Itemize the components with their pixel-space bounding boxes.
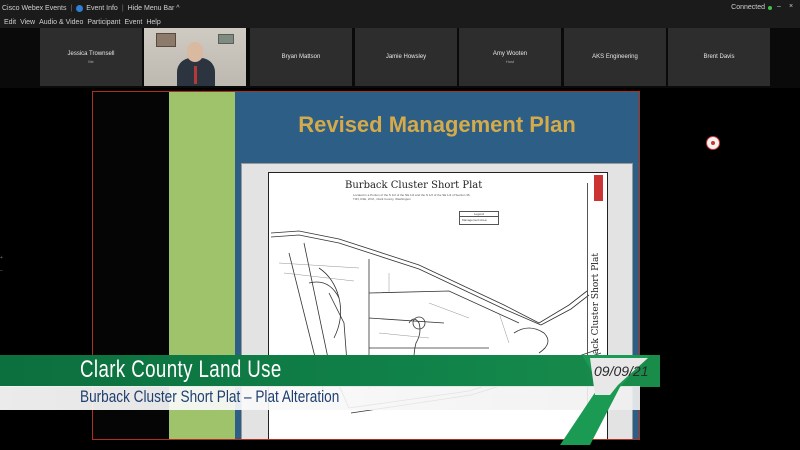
plat-title: Burback Cluster Short Plat: [345, 180, 483, 191]
title-bar: Cisco Webex Events | Event Info | Hide M…: [0, 0, 800, 17]
title-separator: |: [121, 5, 124, 12]
zoom-out-icon[interactable]: –: [0, 268, 5, 274]
participant-role: Me: [88, 58, 94, 64]
participant-video-tile[interactable]: [144, 28, 246, 86]
zoom-in-icon[interactable]: +: [0, 255, 5, 261]
participant-tile[interactable]: Bryan Mattson: [250, 28, 352, 86]
menu-bar: Edit View Audio & Video Participant Even…: [0, 17, 800, 28]
app-name: Cisco Webex Events: [2, 5, 67, 12]
participant-name: Amy Wooten: [492, 50, 528, 57]
info-icon: [76, 5, 84, 12]
participant-tile[interactable]: Jamie Howsley: [355, 28, 457, 86]
event-info-label: Event Info: [86, 5, 118, 12]
menu-participant[interactable]: Participant: [87, 19, 120, 26]
participant-tile[interactable]: Amy Wooten Host: [459, 28, 561, 86]
menu-edit[interactable]: Edit: [4, 19, 16, 26]
participant-name: Bryan Mattson: [281, 54, 321, 60]
floating-panel-dot: [711, 141, 715, 145]
plat-legend: Legend Management Area: [459, 211, 499, 225]
lower-third-title: Clark County Land Use: [80, 356, 282, 383]
connection-status-label: Connected: [731, 4, 765, 11]
hide-menu-bar-button[interactable]: Hide Menu Bar ^: [128, 5, 180, 12]
participant-tile[interactable]: Jessica Trownsell Me: [40, 28, 142, 86]
speaker-tie: [194, 66, 197, 84]
participant-tile[interactable]: Brent Davis: [668, 28, 770, 86]
connection-status[interactable]: Connected: [731, 4, 772, 11]
wall-picture: [156, 33, 176, 47]
participant-name: Jessica Trownsell: [67, 50, 115, 57]
slide-title: Revised Management Plan: [298, 112, 576, 137]
menu-view[interactable]: View: [20, 19, 35, 26]
event-info-button[interactable]: Event Info: [76, 5, 118, 12]
participant-role: Host: [505, 58, 515, 64]
menu-audio-video[interactable]: Audio & Video: [39, 19, 83, 26]
legend-item: Management Area: [462, 218, 487, 222]
participant-tile[interactable]: AKS Engineering: [564, 28, 666, 86]
floating-panel-icon[interactable]: [706, 136, 720, 150]
participant-name: Brent Davis: [703, 54, 735, 60]
connection-indicator-icon: [768, 5, 772, 10]
menu-help[interactable]: Help: [146, 19, 160, 26]
plat-stamp: [594, 175, 603, 201]
menu-event[interactable]: Event: [124, 19, 142, 26]
title-separator: |: [70, 5, 73, 12]
participant-name: AKS Engineering: [592, 54, 638, 60]
close-button[interactable]: ×: [789, 3, 793, 10]
lower-third-subtitle: Burback Cluster Short Plat – Plat Altera…: [80, 387, 340, 406]
participant-strip: Jessica Trownsell Me Bryan Mattson Jamie…: [0, 28, 800, 88]
participant-name: Jamie Howsley: [385, 54, 427, 60]
wall-picture: [218, 34, 234, 44]
plat-subtitle: Located in a Portion of the S 1/2 of the…: [353, 193, 471, 201]
lower-third-date: 09/09/21: [594, 363, 649, 379]
minimize-button[interactable]: –: [777, 3, 781, 10]
speaker-head: [187, 42, 203, 62]
